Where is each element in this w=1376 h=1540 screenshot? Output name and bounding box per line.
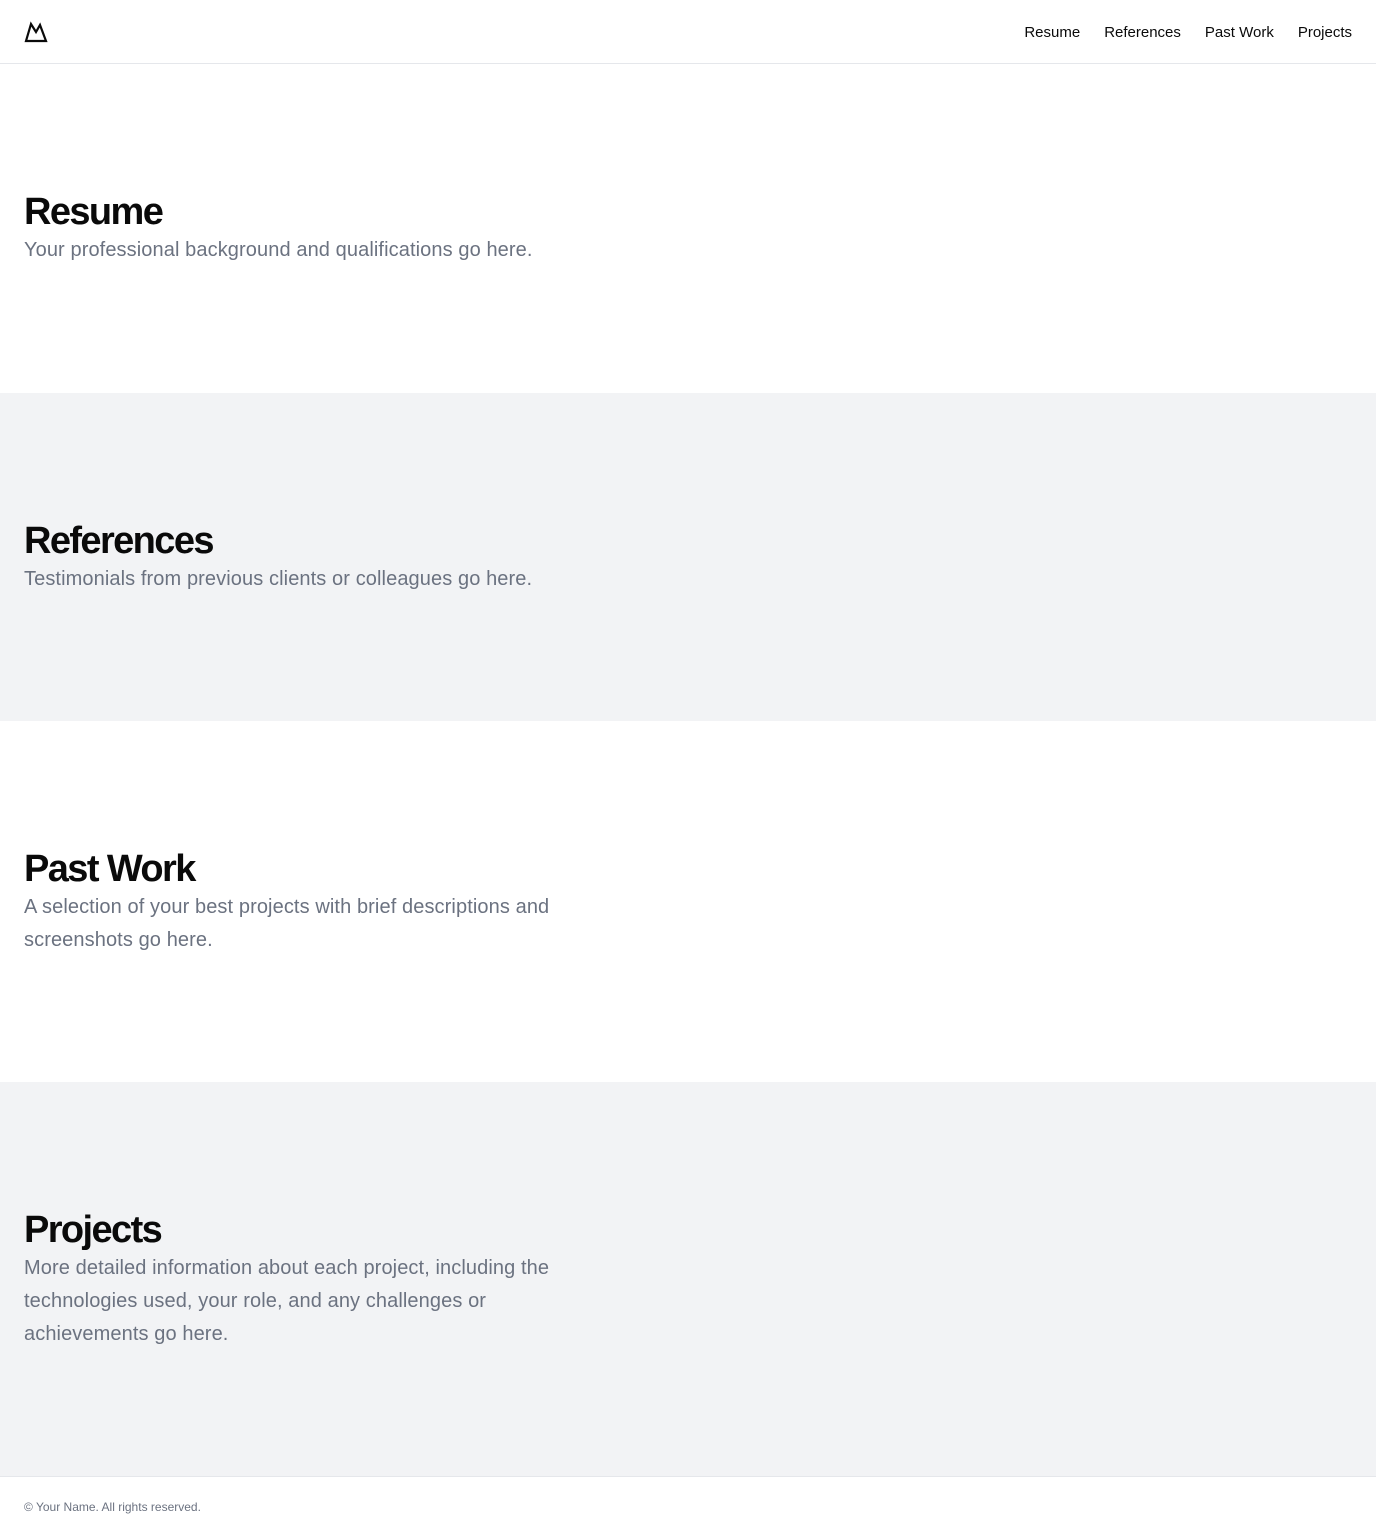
main-nav: Resume References Past Work Projects <box>1024 0 1352 64</box>
projects-description: More detailed information about each pro… <box>24 1256 550 1345</box>
resume-section: Resume Your professional background and … <box>0 64 1376 393</box>
mountain-logo-icon[interactable] <box>24 21 48 43</box>
past-work-description: A selection of your best projects with b… <box>24 895 550 951</box>
site-footer: © Your Name. All rights reserved. <box>0 1476 1376 1540</box>
nav-link-projects[interactable]: Projects <box>1298 24 1352 41</box>
projects-title: Projects <box>24 1208 163 1251</box>
projects-section: Projects More detailed information about… <box>0 1082 1376 1476</box>
past-work-section: Past Work A selection of your best proje… <box>0 721 1376 1082</box>
resume-description: Your professional background and qualifi… <box>24 239 533 261</box>
nav-link-references[interactable]: References <box>1104 24 1181 41</box>
nav-link-past-work[interactable]: Past Work <box>1205 24 1274 41</box>
past-work-title: Past Work <box>24 847 196 890</box>
site-header: Resume References Past Work Projects <box>0 0 1376 64</box>
references-description: Testimonials from previous clients or co… <box>24 567 533 590</box>
references-title: References <box>24 519 215 562</box>
footer-copyright: © Your Name. All rights reserved. <box>24 1500 201 1514</box>
resume-title: Resume <box>24 191 164 233</box>
nav-link-resume[interactable]: Resume <box>1024 24 1080 41</box>
references-section: References Testimonials from previous cl… <box>0 393 1376 721</box>
